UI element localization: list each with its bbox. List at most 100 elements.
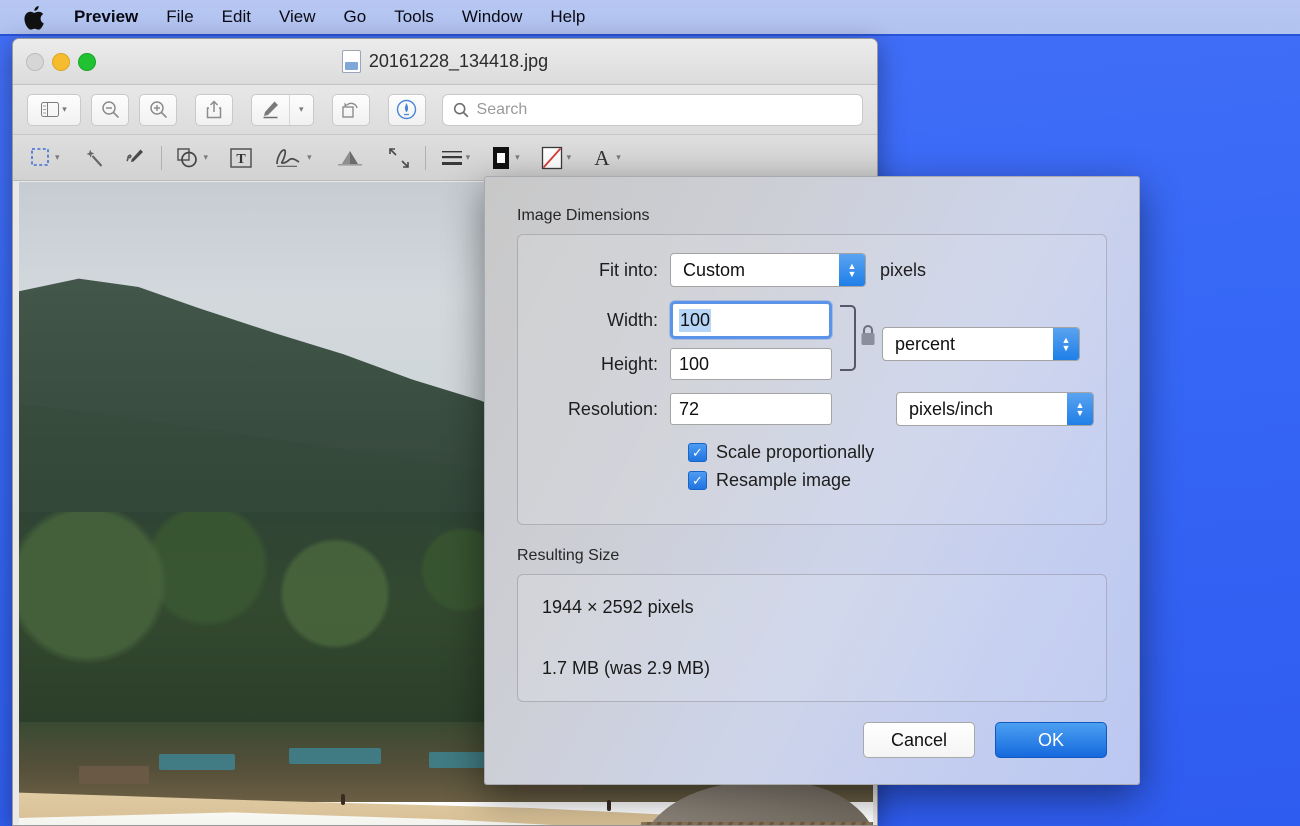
size-unit-select[interactable]: percent ▲ ▼ bbox=[882, 327, 1080, 361]
resulting-size-group: 1944 × 2592 pixels 1.7 MB (was 2.9 MB) bbox=[517, 574, 1107, 702]
chevron-updown-icon[interactable]: ▲ ▼ bbox=[839, 254, 865, 286]
document-title: 20161228_134418.jpg bbox=[368, 51, 549, 71]
sidebar-icon[interactable]: ▾ bbox=[27, 93, 81, 126]
document-title-group: 20161228_134418.jpg bbox=[341, 50, 549, 73]
photo-person bbox=[341, 794, 345, 805]
chevron-down-icon: ▾ bbox=[566, 152, 572, 162]
adjust-color-tool[interactable] bbox=[332, 141, 368, 175]
menu-item-edit[interactable]: Edit bbox=[208, 0, 265, 34]
fill-color-tool[interactable]: ▾ bbox=[536, 141, 576, 175]
fit-into-select[interactable]: Custom ▲ ▼ bbox=[670, 253, 866, 287]
resample-image-label: Resample image bbox=[716, 470, 852, 490]
menu-item-go[interactable]: Go bbox=[330, 0, 381, 34]
text-tool[interactable]: T bbox=[224, 141, 258, 175]
scale-proportionally-checkbox[interactable]: ✓ bbox=[688, 443, 707, 462]
photo-hut bbox=[79, 766, 149, 784]
sign-tool[interactable]: ▾ bbox=[270, 141, 316, 175]
window-title-bar: 20161228_134418.jpg bbox=[13, 39, 877, 85]
chevron-down-icon: ▾ bbox=[465, 152, 471, 162]
chevron-down-icon: ▾ bbox=[62, 104, 67, 114]
menu-item-view[interactable]: View bbox=[265, 0, 330, 34]
chevron-down-icon: ▾ bbox=[616, 152, 621, 162]
image-dimensions-group: Fit into: Custom ▲ ▼ pixels Width: 100 He… bbox=[517, 234, 1107, 525]
width-label: Width: bbox=[606, 309, 658, 330]
chevron-down-icon: ▾ bbox=[515, 152, 520, 162]
search-input[interactable]: Search bbox=[441, 93, 863, 126]
chevron-down-icon: ▾ bbox=[55, 152, 60, 162]
svg-text:T: T bbox=[236, 152, 246, 167]
sketch-tool[interactable] bbox=[120, 141, 150, 175]
markup-pen-icon[interactable] bbox=[252, 95, 289, 125]
scale-proportionally-label: Scale proportionally bbox=[716, 442, 875, 462]
width-input[interactable]: 100 bbox=[670, 301, 832, 339]
close-window-button[interactable] bbox=[26, 53, 44, 71]
photo-person bbox=[607, 800, 611, 811]
height-input[interactable]: 100 bbox=[670, 348, 832, 380]
toolbar-divider bbox=[160, 145, 162, 170]
annotate-icon[interactable] bbox=[387, 93, 426, 126]
cancel-button[interactable]: Cancel bbox=[863, 722, 975, 758]
traffic-lights bbox=[26, 53, 96, 71]
height-value: 100 bbox=[679, 353, 710, 374]
resolution-row: Resolution: 72 bbox=[540, 393, 832, 425]
checkmark-icon: ✓ bbox=[692, 445, 703, 460]
share-icon[interactable] bbox=[195, 93, 233, 126]
zoom-in-icon[interactable] bbox=[139, 93, 177, 126]
photo-roof bbox=[289, 748, 381, 764]
resolution-unit-value: pixels/inch bbox=[909, 398, 994, 419]
fit-into-label: Fit into: bbox=[598, 259, 658, 280]
zoom-out-icon[interactable] bbox=[91, 93, 129, 126]
resolution-input[interactable]: 72 bbox=[670, 393, 832, 425]
toolbar-divider bbox=[424, 145, 426, 170]
dialog-button-row: Cancel OK bbox=[863, 722, 1107, 758]
photo-roof bbox=[159, 754, 235, 770]
jpeg-document-icon bbox=[341, 50, 361, 73]
resample-image-row[interactable]: ✓ Resample image bbox=[688, 470, 1084, 491]
menu-bar: Preview File Edit View Go Tools Window H… bbox=[0, 0, 1300, 36]
instant-alpha-tool[interactable] bbox=[80, 141, 110, 175]
chevron-updown-icon[interactable]: ▲ ▼ bbox=[1053, 328, 1079, 360]
fit-into-units-suffix: pixels bbox=[880, 259, 927, 280]
apple-logo-icon[interactable] bbox=[22, 4, 46, 32]
resulting-dimensions: 1944 × 2592 pixels bbox=[542, 597, 694, 617]
photo-boardwalk-railing bbox=[611, 822, 618, 825]
closed-padlock-icon[interactable] bbox=[858, 323, 878, 347]
markup-toolbar: ▾ ▾ T ▾ ▾ ▾ ▾ A ▾ bbox=[13, 135, 877, 181]
zoom-window-button[interactable] bbox=[78, 53, 96, 71]
markup-toolbar-toggle-group[interactable]: ▾ bbox=[251, 93, 314, 126]
ok-button[interactable]: OK bbox=[995, 722, 1107, 758]
resulting-size-label: Resulting Size bbox=[517, 547, 620, 564]
adjust-size-tool[interactable] bbox=[384, 141, 414, 175]
resolution-unit-select[interactable]: pixels/inch ▲ ▼ bbox=[896, 392, 1094, 426]
width-height-link bbox=[840, 301, 875, 375]
shape-style-tool[interactable]: ▾ bbox=[437, 141, 475, 175]
menu-item-tools[interactable]: Tools bbox=[380, 0, 448, 34]
height-label: Height: bbox=[600, 353, 658, 374]
fit-into-value: Custom bbox=[683, 259, 746, 280]
minimize-window-button[interactable] bbox=[52, 53, 70, 71]
width-row: Width: 100 bbox=[540, 301, 832, 339]
fit-into-row: Fit into: Custom ▲ ▼ pixels bbox=[540, 253, 1084, 287]
rotate-left-icon[interactable] bbox=[331, 93, 370, 126]
size-unit-value: percent bbox=[895, 333, 956, 354]
menu-item-file[interactable]: File bbox=[152, 0, 207, 34]
checkmark-icon: ✓ bbox=[692, 473, 703, 488]
border-color-tool[interactable]: ▾ bbox=[486, 141, 524, 175]
chevron-updown-icon[interactable]: ▲ ▼ bbox=[1067, 393, 1093, 425]
resample-image-checkbox[interactable]: ✓ bbox=[688, 471, 707, 490]
menu-item-help[interactable]: Help bbox=[536, 0, 599, 34]
image-dimensions-label: Image Dimensions bbox=[517, 207, 650, 224]
selection-tool[interactable]: ▾ bbox=[27, 141, 64, 175]
width-value: 100 bbox=[679, 308, 712, 332]
menu-item-preview[interactable]: Preview bbox=[60, 0, 152, 34]
scale-proportionally-row[interactable]: ✓ Scale proportionally bbox=[688, 442, 1084, 463]
image-resize-dialog: Image Dimensions Fit into: Custom ▲ ▼ pix… bbox=[484, 176, 1140, 785]
text-style-tool[interactable]: A ▾ bbox=[587, 141, 625, 175]
shapes-tool[interactable]: ▾ bbox=[173, 141, 213, 175]
svg-text:A: A bbox=[595, 147, 611, 169]
menu-item-window[interactable]: Window bbox=[448, 0, 536, 34]
markup-menu-chevron-icon[interactable]: ▾ bbox=[289, 94, 313, 125]
search-placeholder: Search bbox=[476, 100, 528, 118]
resolution-label: Resolution: bbox=[567, 398, 658, 419]
chevron-down-icon: ▾ bbox=[307, 152, 312, 162]
